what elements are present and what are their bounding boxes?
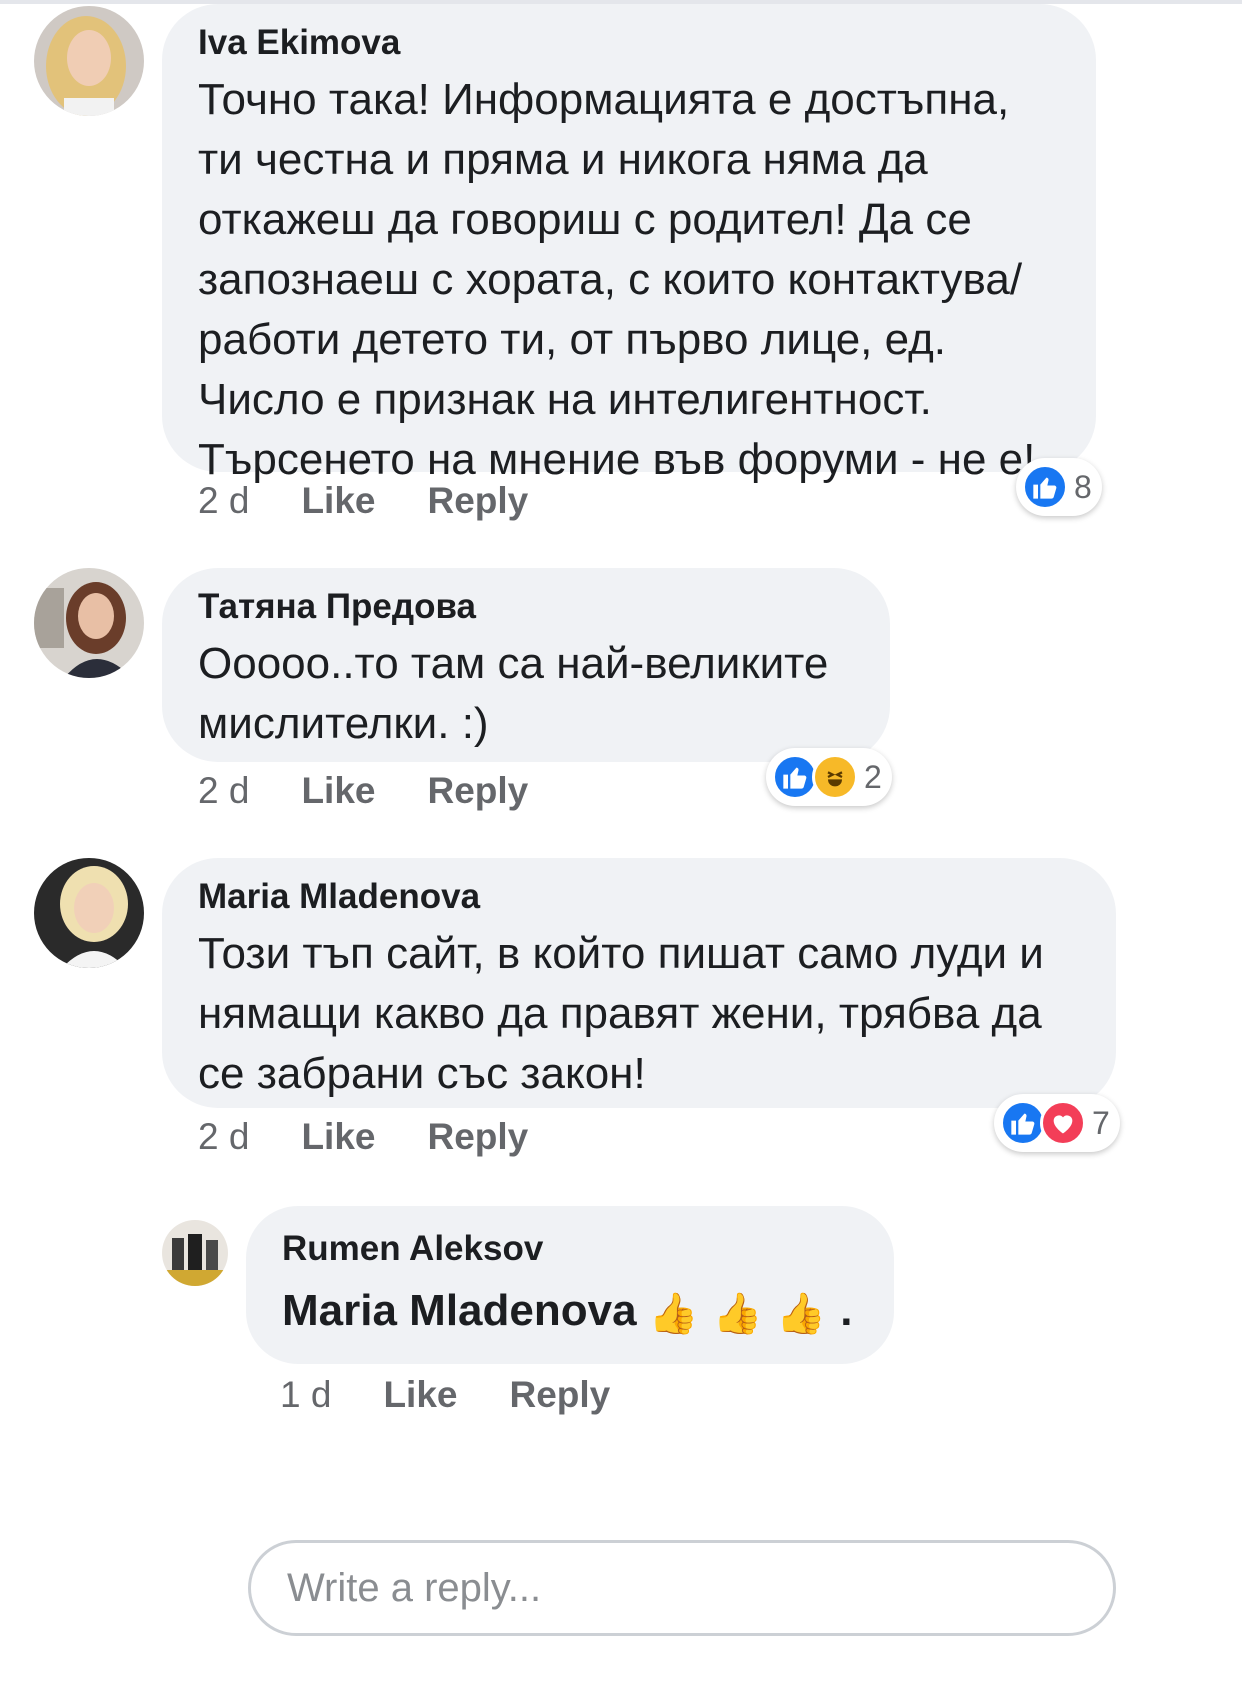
thumbs-up-emoji: 👍👍👍 bbox=[648, 1292, 841, 1336]
reply-author[interactable]: Rumen Aleksov bbox=[282, 1226, 858, 1272]
comment-actions: 2 d Like Reply bbox=[198, 1116, 580, 1158]
reaction-summary[interactable]: 2 bbox=[766, 748, 892, 806]
haha-reaction-icon bbox=[812, 754, 858, 800]
reaction-summary[interactable]: 7 bbox=[994, 1094, 1120, 1152]
avatar-rumen-aleksov[interactable] bbox=[162, 1220, 228, 1286]
reaction-summary[interactable]: 8 bbox=[1016, 458, 1102, 516]
like-button[interactable]: Like bbox=[301, 480, 375, 522]
comment-text: Точно така! Информацията е достъпна, ти … bbox=[198, 75, 1036, 484]
reply-suffix: . bbox=[840, 1286, 853, 1335]
like-reaction-icon bbox=[1022, 464, 1068, 510]
like-button[interactable]: Like bbox=[301, 1116, 375, 1158]
comment-author[interactable]: Iva Ekimova bbox=[198, 20, 1060, 66]
reaction-count: 7 bbox=[1092, 1104, 1110, 1141]
reply-actions: 1 d Like Reply bbox=[280, 1374, 662, 1416]
reply-mention[interactable]: Maria Mladenova bbox=[282, 1286, 637, 1335]
comment-text: Ооооо..то там са най-великите мислителки… bbox=[198, 639, 829, 748]
comment-actions: 2 d Like Reply bbox=[198, 480, 580, 522]
reaction-count: 8 bbox=[1074, 468, 1092, 505]
write-reply-box[interactable] bbox=[248, 1540, 1116, 1636]
reaction-count: 2 bbox=[864, 758, 882, 795]
avatar-tatyana-predova[interactable] bbox=[34, 568, 144, 678]
comment-time[interactable]: 2 d bbox=[198, 770, 249, 812]
like-button[interactable]: Like bbox=[383, 1374, 457, 1416]
comment-bubble: Татяна Предова Ооооо..то там са най-вели… bbox=[162, 568, 890, 762]
like-button[interactable]: Like bbox=[301, 770, 375, 812]
comment-text: Този тъп сайт, в който пишат само луди и… bbox=[198, 929, 1044, 1098]
avatar-maria-mladenova[interactable] bbox=[34, 858, 144, 968]
comment-bubble: Maria Mladenova Този тъп сайт, в който п… bbox=[162, 858, 1116, 1108]
love-reaction-icon bbox=[1040, 1100, 1086, 1146]
comment-actions: 2 d Like Reply bbox=[198, 770, 580, 812]
reply-time[interactable]: 1 d bbox=[280, 1374, 331, 1416]
reply-button[interactable]: Reply bbox=[427, 1116, 528, 1158]
comment-author[interactable]: Maria Mladenova bbox=[198, 874, 1080, 920]
reply-button[interactable]: Reply bbox=[427, 770, 528, 812]
reply-button[interactable]: Reply bbox=[509, 1374, 610, 1416]
reply-text: Maria Mladenova 👍👍👍. bbox=[282, 1272, 858, 1353]
comment-bubble: Iva Ekimova Точно така! Информацията е д… bbox=[162, 4, 1096, 484]
write-reply-input[interactable] bbox=[285, 1564, 1069, 1612]
comment-time[interactable]: 2 d bbox=[198, 480, 249, 522]
comment-time[interactable]: 2 d bbox=[198, 1116, 249, 1158]
avatar-iva-ekimova[interactable] bbox=[34, 6, 144, 116]
reply-button[interactable]: Reply bbox=[427, 480, 528, 522]
comment-author[interactable]: Татяна Предова bbox=[198, 584, 854, 630]
reply-bubble: Rumen Aleksov Maria Mladenova 👍👍👍. bbox=[246, 1206, 894, 1364]
